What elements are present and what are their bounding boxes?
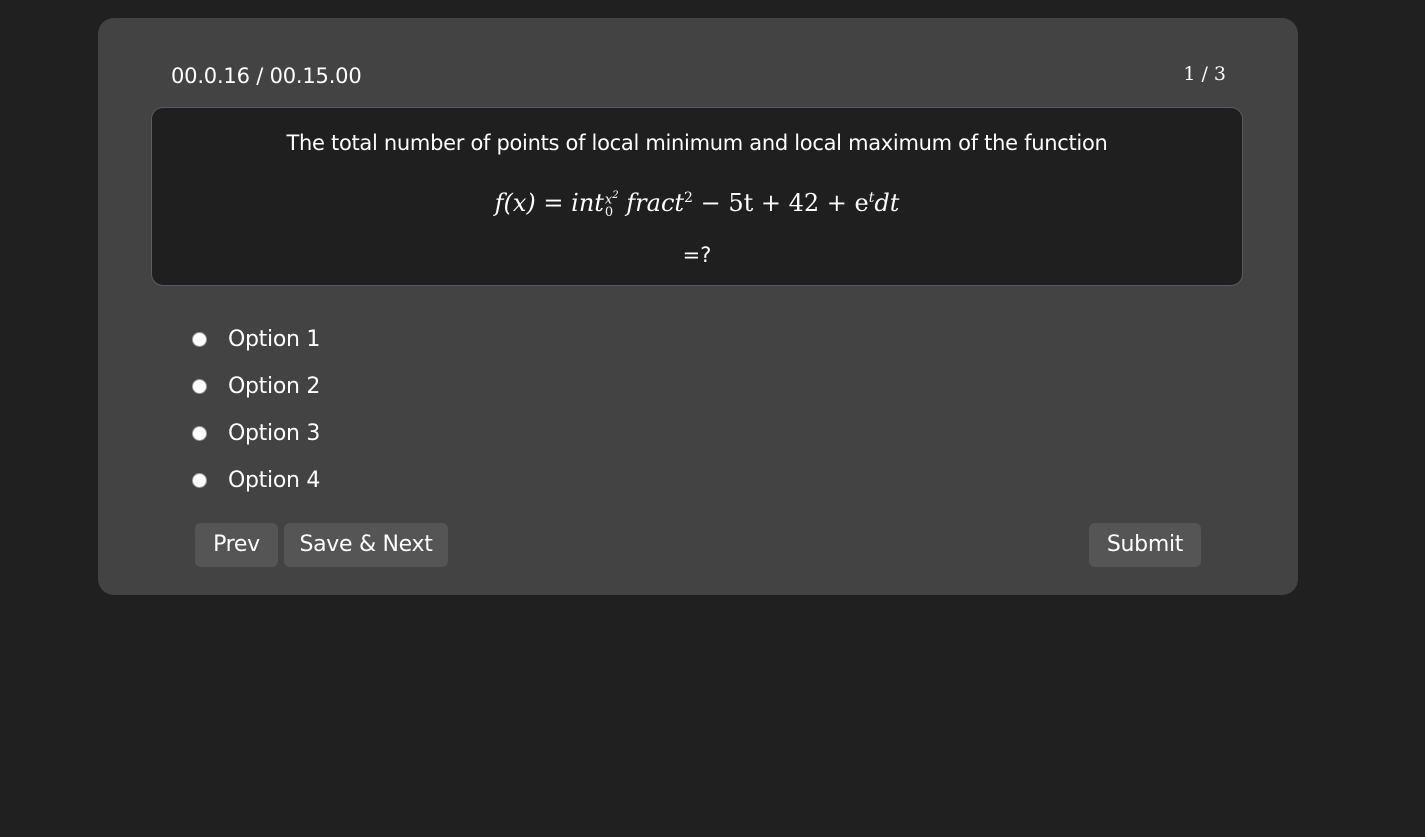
timer: 00.0.16 / 00.15.00 <box>171 64 362 88</box>
option-3[interactable]: Option 3 <box>192 410 320 457</box>
option-4-label[interactable]: Option 4 <box>228 467 320 495</box>
formula-lower-limit: 0 <box>604 204 614 220</box>
option-2-label[interactable]: Option 2 <box>228 373 320 401</box>
option-1-radio[interactable] <box>192 332 207 347</box>
question-suffix: =? <box>682 243 712 267</box>
formula-mid-exp: 2 <box>684 190 693 206</box>
formula-tail: dt <box>874 189 900 217</box>
question-text: The total number of points of local mini… <box>286 131 1108 155</box>
options-list: Option 1 Option 2 Option 3 Option 4 <box>192 316 320 504</box>
formula-lhs: f(x) = int <box>494 189 604 217</box>
question-formula: f(x) = int x2 0 fract2 − 5t + 42 + etdt <box>152 181 1242 220</box>
option-1-label[interactable]: Option 1 <box>228 326 320 354</box>
question-counter: 1 / 3 <box>1183 63 1226 85</box>
option-3-label[interactable]: Option 3 <box>228 420 320 448</box>
formula-rest: − 5t + 42 + e <box>692 189 869 217</box>
formula-mid: fract <box>626 189 685 217</box>
submit-button[interactable]: Submit <box>1089 523 1201 567</box>
question-box: The total number of points of local mini… <box>151 107 1243 286</box>
option-2[interactable]: Option 2 <box>192 363 320 410</box>
option-2-radio[interactable] <box>192 379 207 394</box>
option-3-radio[interactable] <box>192 426 207 441</box>
option-4-radio[interactable] <box>192 473 207 488</box>
option-4[interactable]: Option 4 <box>192 457 320 504</box>
formula-upper-limit-exp: 2 <box>612 190 619 202</box>
quiz-card: 00.0.16 / 00.15.00 1 / 3 The total numbe… <box>98 18 1298 595</box>
option-1[interactable]: Option 1 <box>192 316 320 363</box>
prev-button[interactable]: Prev <box>195 523 278 567</box>
save-next-button[interactable]: Save & Next <box>284 523 448 567</box>
